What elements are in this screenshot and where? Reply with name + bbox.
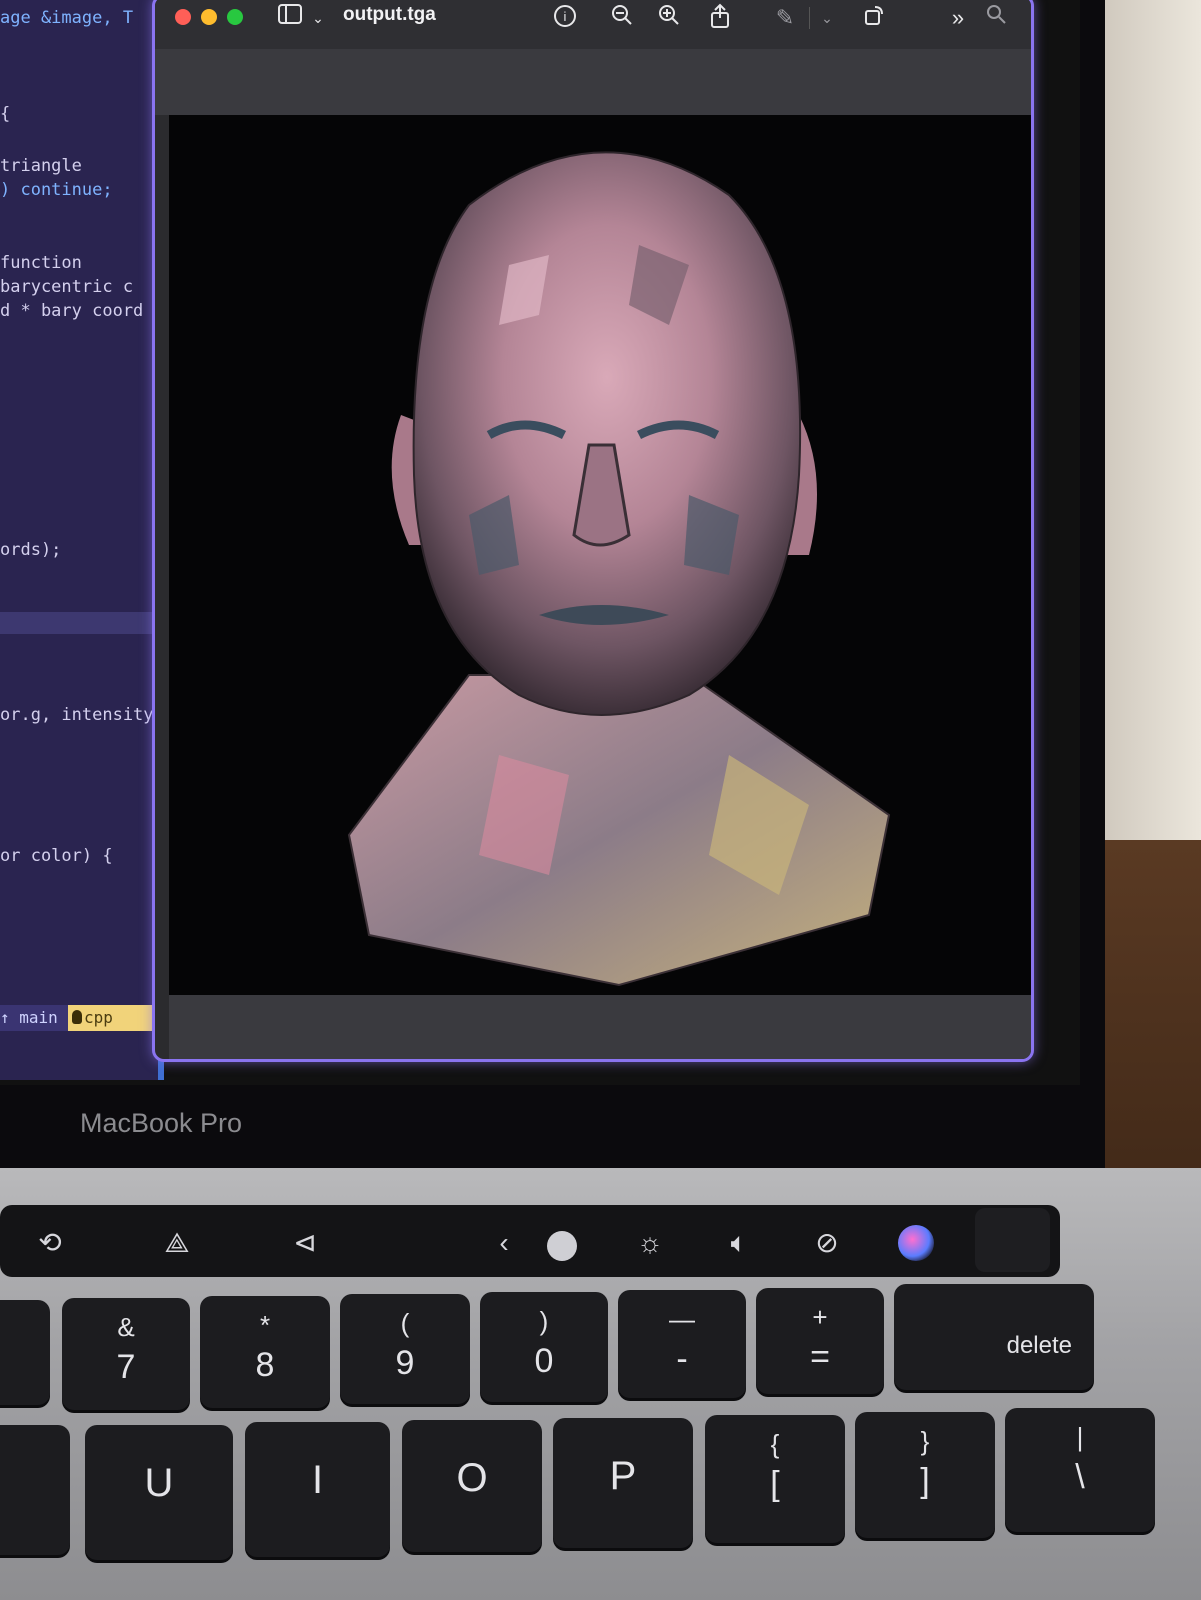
language-mode[interactable]: cpp xyxy=(68,1005,154,1031)
triangle-icon[interactable]: ⟁ xyxy=(155,1223,199,1263)
key-symbol: ( xyxy=(400,1308,410,1338)
key-0[interactable]: ) 0 xyxy=(480,1292,608,1402)
key-symbol: ) xyxy=(539,1306,549,1336)
code-line[interactable]: age &image, T xyxy=(0,8,133,28)
rotate-icon[interactable]: ⟲ xyxy=(28,1223,72,1263)
key-backslash[interactable]: | \ xyxy=(1005,1408,1155,1532)
code-line[interactable]: barycentric c xyxy=(0,277,133,297)
editor-status-bar: ↑ main cpp xyxy=(0,1005,158,1031)
key-symbol: — xyxy=(669,1304,695,1334)
mute-icon[interactable]: ⊘ xyxy=(805,1223,849,1263)
chevron-down-icon[interactable]: ⌄ xyxy=(812,3,842,33)
touch-id[interactable] xyxy=(975,1208,1050,1272)
flag-icon[interactable]: ⊲ xyxy=(283,1223,327,1263)
key-8[interactable]: * 8 xyxy=(200,1296,330,1408)
zoom-out-icon[interactable] xyxy=(607,3,637,33)
key-digit: 0 xyxy=(534,1342,554,1380)
code-line[interactable]: function xyxy=(0,253,82,273)
zoom-button[interactable] xyxy=(227,9,243,25)
key-letter: U xyxy=(144,1461,174,1505)
code-line[interactable]: or color) { xyxy=(0,846,113,866)
window-titlebar[interactable]: ⌄ output.tga i ✎ ⌄ » xyxy=(155,0,1031,49)
key-7[interactable]: & 7 xyxy=(62,1298,190,1410)
key-minus[interactable]: — - xyxy=(618,1290,746,1398)
key-digit: 7 xyxy=(116,1348,136,1386)
laptop-lid: age &image, T { triangle ) continue; fun… xyxy=(0,0,1105,1170)
close-button[interactable] xyxy=(175,9,191,25)
code-line[interactable]: { xyxy=(0,104,10,124)
code-line[interactable]: d * bary coord xyxy=(0,301,143,321)
key-u[interactable]: U xyxy=(85,1425,233,1560)
key-symbol: & xyxy=(117,1312,135,1342)
key-digit: = xyxy=(810,1338,830,1376)
search-icon[interactable] xyxy=(981,3,1011,33)
laptop-brand: MacBook Pro xyxy=(80,1108,243,1138)
code-editor[interactable]: age &image, T { triangle ) continue; fun… xyxy=(0,0,164,1080)
room-wall xyxy=(1100,0,1201,860)
key-symbol: { xyxy=(770,1429,780,1459)
key-digit: 8 xyxy=(255,1346,275,1384)
key-y[interactable] xyxy=(0,1425,70,1555)
siri-bars-icon[interactable] xyxy=(547,1231,577,1261)
sidebar-icon[interactable] xyxy=(275,3,305,33)
key-digit: \ xyxy=(1075,1458,1085,1496)
key-symbol: * xyxy=(259,1310,271,1340)
key-equals[interactable]: + = xyxy=(756,1288,884,1394)
git-branch-label: main xyxy=(19,1008,58,1027)
markup-pen-icon[interactable]: ✎ xyxy=(770,3,800,33)
key-digit: [ xyxy=(770,1465,780,1503)
git-branch[interactable]: ↑ main xyxy=(0,1008,58,1027)
language-label: cpp xyxy=(84,1008,113,1027)
key-symbol: + xyxy=(812,1302,828,1332)
key-i[interactable]: I xyxy=(245,1422,390,1557)
image-canvas[interactable] xyxy=(169,115,1031,995)
toolbar-separator xyxy=(809,7,810,29)
rotate-icon[interactable] xyxy=(860,3,890,33)
key-digit: ] xyxy=(920,1462,930,1500)
brightness-icon[interactable]: ☼ xyxy=(628,1223,672,1263)
key-o[interactable]: O xyxy=(402,1420,542,1552)
key-letter: O xyxy=(456,1456,488,1500)
code-line[interactable]: ords); xyxy=(0,540,61,560)
zoom-in-icon[interactable] xyxy=(654,3,684,33)
key-left-bracket[interactable]: { [ xyxy=(705,1415,845,1543)
window-bottom-bar xyxy=(169,995,1031,1059)
code-line[interactable]: triangle xyxy=(0,156,82,176)
preview-window: ⌄ output.tga i ✎ ⌄ » xyxy=(152,0,1034,1062)
key-6[interactable] xyxy=(0,1300,50,1405)
window-subbar xyxy=(155,49,1031,115)
svg-text:i: i xyxy=(564,9,567,24)
key-letter: I xyxy=(311,1458,324,1502)
key-p[interactable]: P xyxy=(553,1418,693,1548)
chevron-down-icon[interactable]: ⌄ xyxy=(303,3,333,33)
key-digit: - xyxy=(676,1340,688,1378)
volume-icon[interactable]: 🔈︎ xyxy=(717,1223,761,1263)
key-symbol: | xyxy=(1076,1422,1084,1452)
delete-key-label: delete xyxy=(1006,1332,1072,1359)
minimize-button[interactable] xyxy=(201,9,217,25)
delete-key[interactable]: delete xyxy=(894,1284,1094,1390)
current-line-highlight xyxy=(0,612,152,634)
collapse-left-icon[interactable]: ‹ xyxy=(482,1223,526,1263)
key-symbol: } xyxy=(920,1426,930,1456)
share-icon[interactable] xyxy=(705,3,735,33)
window-title: output.tga xyxy=(343,4,436,25)
penguin-icon xyxy=(72,1010,82,1024)
key-9[interactable]: ( 9 xyxy=(340,1294,470,1404)
rendered-head-image xyxy=(347,151,891,987)
key-letter: P xyxy=(609,1454,637,1498)
more-icon[interactable]: » xyxy=(943,3,973,33)
key-right-bracket[interactable]: } ] xyxy=(855,1412,995,1538)
code-line[interactable]: or.g, intensity xyxy=(0,705,154,725)
info-icon[interactable]: i xyxy=(550,3,580,33)
laptop-screen: age &image, T { triangle ) continue; fun… xyxy=(0,0,1080,1085)
code-line[interactable]: ) continue; xyxy=(0,180,113,200)
key-digit: 9 xyxy=(395,1344,415,1382)
siri-icon[interactable] xyxy=(898,1225,934,1261)
